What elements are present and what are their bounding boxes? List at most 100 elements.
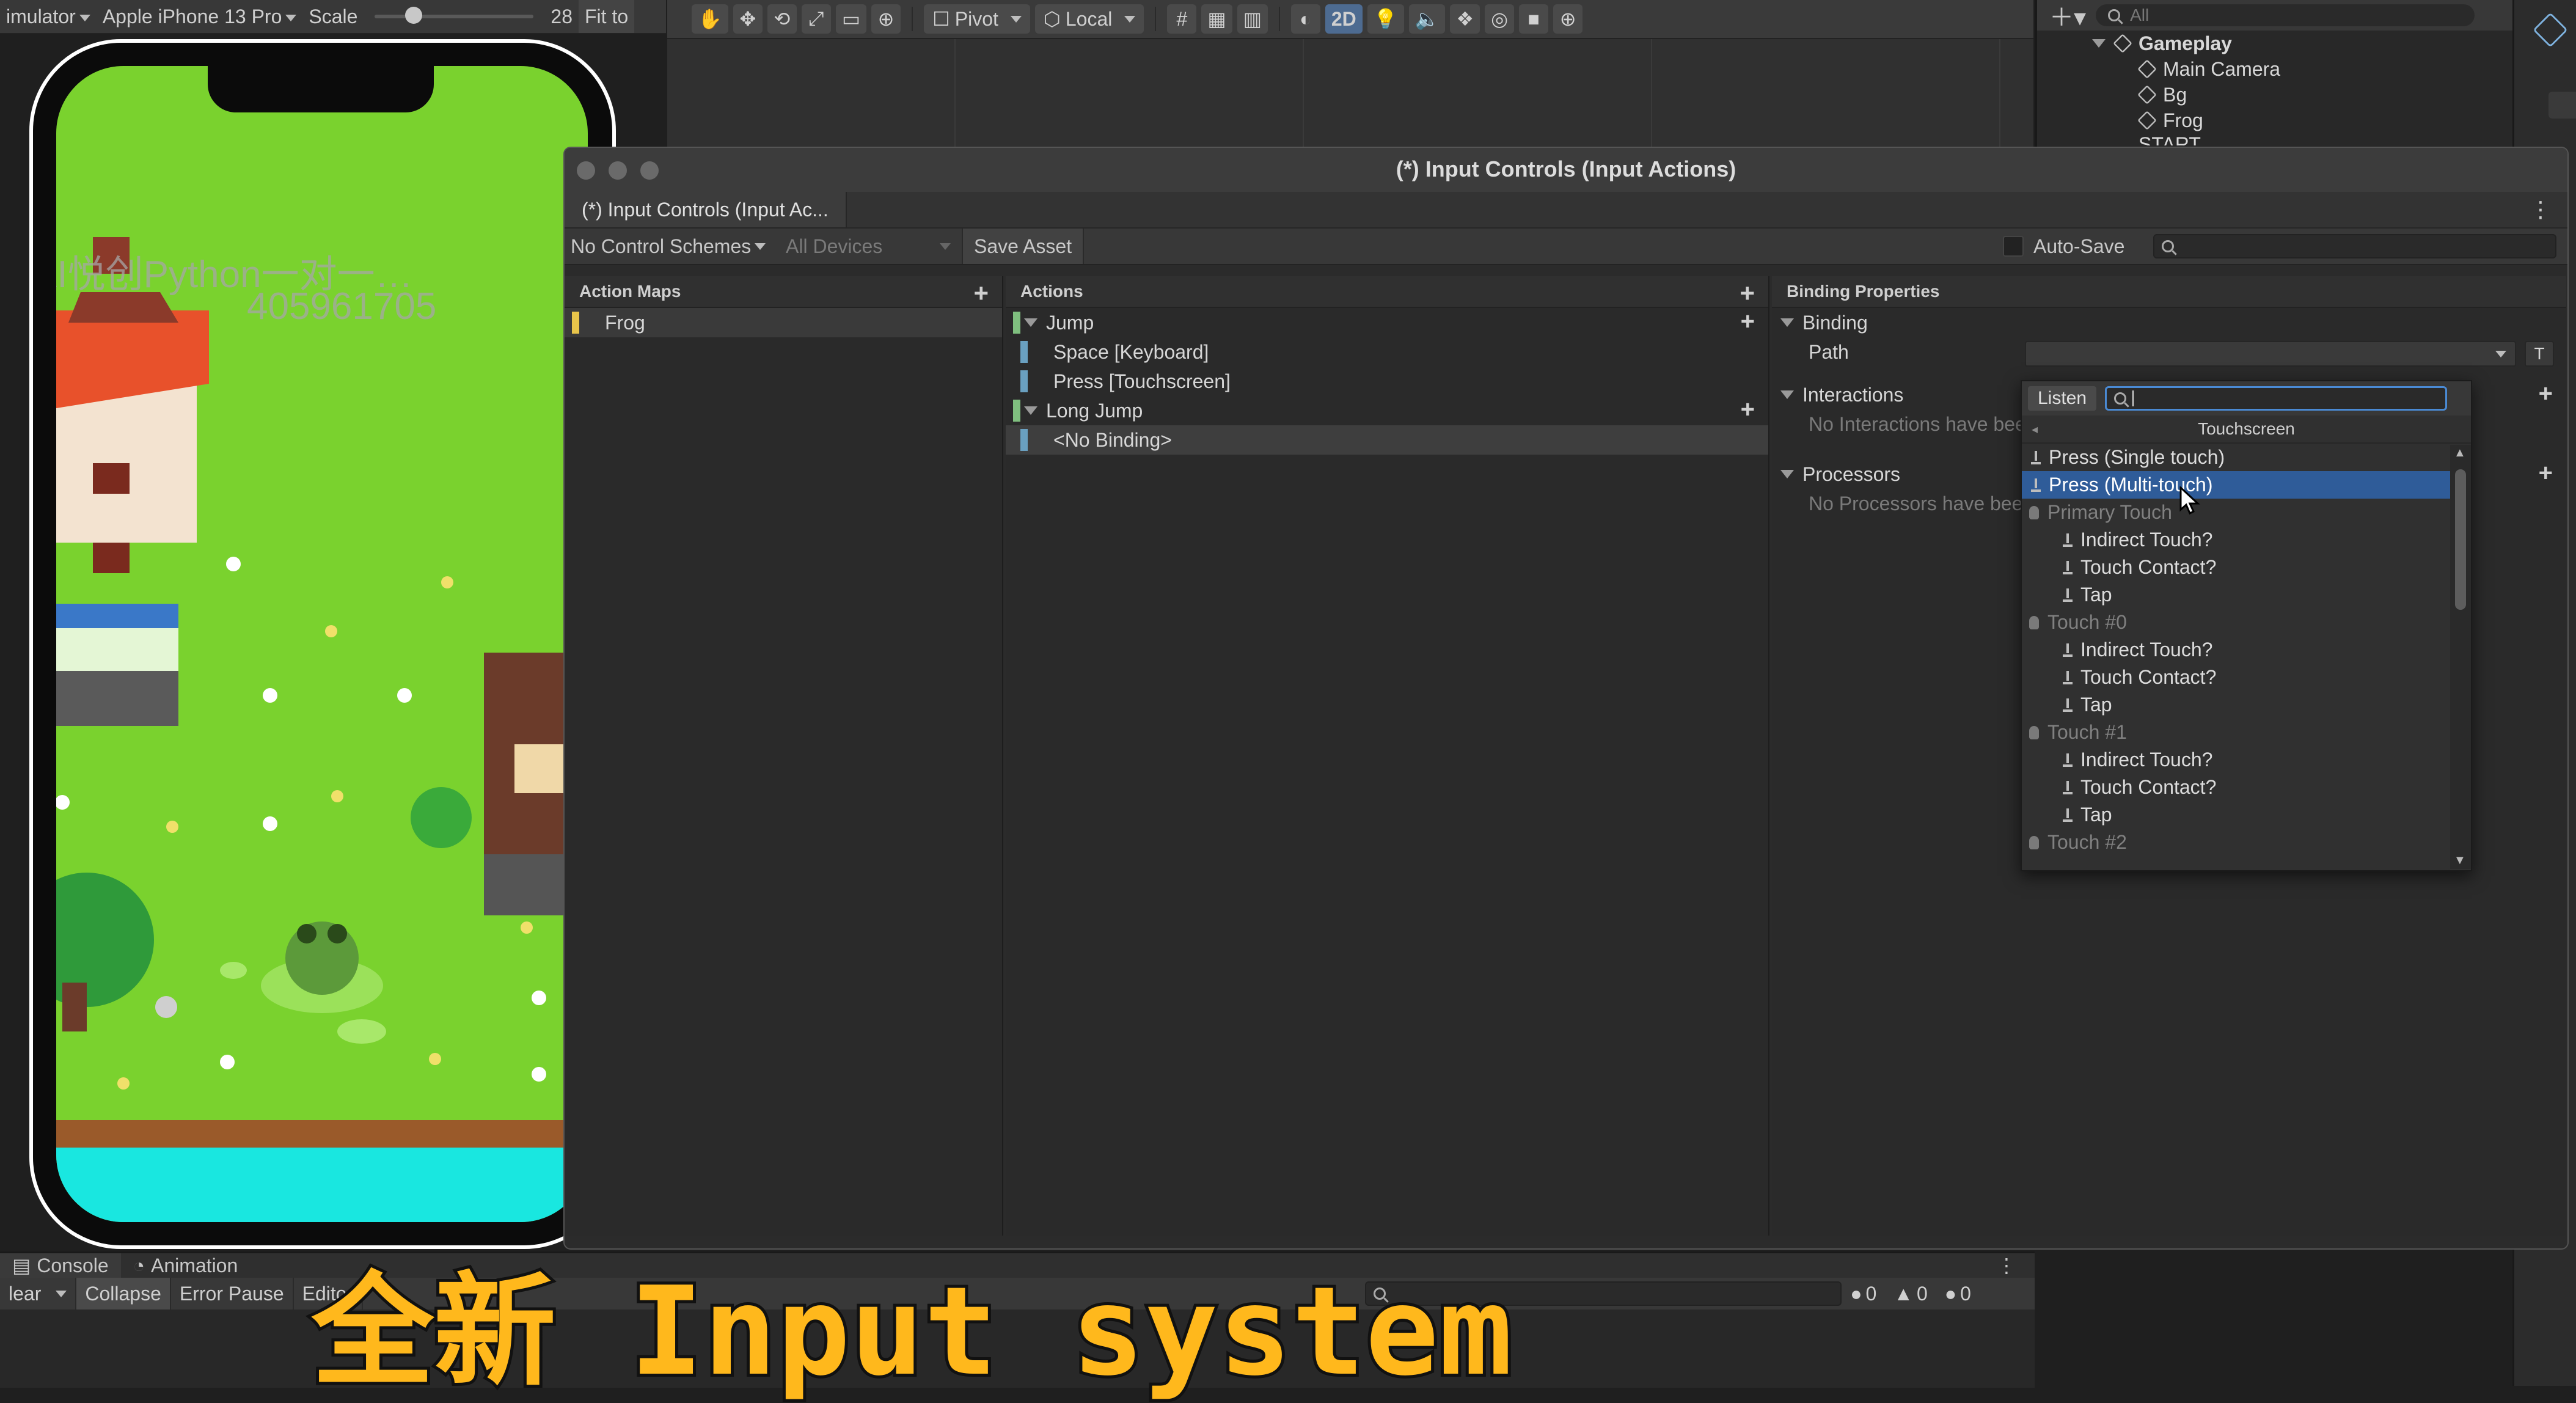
scale-slider-knob[interactable] [405, 7, 423, 24]
listen-button[interactable]: Listen [2028, 386, 2097, 411]
gizmos-icon[interactable]: ⊕ [1553, 4, 1583, 34]
actions-search-input[interactable] [2153, 234, 2556, 258]
hierarchy-item[interactable]: Bg [2037, 82, 2514, 108]
collapse-icon[interactable] [1780, 318, 1794, 327]
tab-console[interactable]: ▤ Console [0, 1253, 121, 1278]
hierarchy-item[interactable]: Main Camera [2037, 56, 2514, 82]
control-schemes-dropdown[interactable]: No Control Schemes [571, 229, 766, 264]
collapse-icon[interactable] [1780, 390, 1794, 399]
tab-animation[interactable]: ◔ Animation [121, 1253, 251, 1278]
binding-color-bar [1020, 370, 1028, 392]
picker-control-item[interactable]: Press (Multi-touch) [2022, 471, 2471, 499]
warning-count-toggle[interactable]: ▲ 0 [1885, 1278, 1936, 1310]
picker-control-item[interactable]: Touch Contact? [2022, 664, 2471, 691]
binding-section-header[interactable]: Binding [1772, 308, 2566, 337]
picker-group-item[interactable]: Touch #1 [2022, 719, 2471, 746]
actions-search[interactable] [2153, 229, 2563, 264]
simulator-mode-dropdown[interactable]: imulator [0, 5, 97, 28]
hierarchy-item[interactable]: START [2037, 133, 2514, 145]
game-view[interactable]: AI悦创Python一对一… 405961705 [56, 66, 588, 1222]
picker-scrollbar[interactable]: ▲ ▼ [2450, 445, 2471, 869]
picker-control-item[interactable]: Touch Contact? [2022, 554, 2471, 581]
picker-control-item[interactable]: Indirect Touch? [2022, 526, 2471, 554]
device-dropdown[interactable]: Apple iPhone 13 Pro [97, 5, 303, 28]
move-tool-icon[interactable]: ✥ [733, 4, 763, 34]
camera-icon[interactable]: ■ [1519, 4, 1549, 34]
error-count-toggle[interactable]: ● 0 [1936, 1278, 1980, 1310]
scrollbar-thumb[interactable] [2455, 469, 2466, 610]
window-titlebar[interactable]: (*) Input Controls (Input Actions) [565, 148, 2567, 193]
expand-icon[interactable] [1024, 406, 1037, 415]
lighting-icon[interactable]: 💡 [1367, 4, 1404, 34]
binding-item[interactable]: Press [Touchscreen] [1006, 367, 1768, 396]
tab-input-controls[interactable]: (*) Input Controls (Input Ac... [565, 192, 847, 227]
more-options-icon[interactable]: ⋮ [2530, 197, 2552, 222]
error-pause-button[interactable]: Error Pause [171, 1278, 294, 1310]
rect-tool-icon[interactable]: ▭ [835, 4, 867, 34]
hand-tool-icon[interactable]: ✋ [692, 4, 728, 34]
hierarchy-item[interactable]: Frog [2037, 108, 2514, 133]
path-text-mode-button[interactable]: T [2525, 341, 2554, 367]
inspector-button[interactable] [2549, 92, 2576, 119]
picker-search-input[interactable] [2105, 386, 2448, 411]
picker-control-item[interactable]: Indirect Touch? [2022, 746, 2471, 774]
back-arrow-icon[interactable]: ◂ [2032, 422, 2038, 437]
add-processor-icon[interactable]: + [2539, 460, 2553, 487]
add-binding-icon[interactable]: + [1741, 308, 1755, 335]
add-interaction-icon[interactable]: + [2539, 380, 2553, 408]
picker-control-item[interactable]: Indirect Touch? [2022, 636, 2471, 664]
scroll-up-icon[interactable]: ▲ [2454, 446, 2466, 460]
action-map-item[interactable]: Frog [565, 308, 1002, 337]
add-action-icon[interactable]: + [1740, 279, 1755, 308]
local-dropdown[interactable]: ⬡ Local [1034, 4, 1144, 34]
picker-control-item[interactable]: Tap [2022, 801, 2471, 829]
console-more-icon[interactable]: ⋮ [1997, 1254, 2035, 1277]
collapse-icon[interactable] [1780, 470, 1794, 478]
expand-icon[interactable] [1024, 318, 1037, 327]
devices-dropdown[interactable]: All Devices [786, 229, 957, 264]
scroll-down-icon[interactable]: ▼ [2454, 854, 2466, 868]
rotate-tool-icon[interactable]: ⟲ [767, 4, 797, 34]
scene-row[interactable]: Gameplay [2037, 31, 2514, 56]
pivot-dropdown[interactable]: ☐ Pivot [924, 4, 1030, 34]
action-item-jump[interactable]: Jump + [1006, 308, 1768, 337]
grid-snap-icon[interactable]: # [1167, 4, 1197, 34]
picker-control-item[interactable]: Tap [2022, 581, 2471, 609]
scene-view[interactable] [667, 39, 2033, 149]
picker-group-item[interactable]: Touch #0 [2022, 609, 2471, 636]
picker-group-item[interactable]: Primary Touch [2022, 499, 2471, 526]
picker-control-item[interactable]: Tap [2022, 691, 2471, 719]
draw-mode-icon[interactable]: ◐ [1290, 4, 1320, 34]
picker-control-item[interactable]: Touch Contact? [2022, 774, 2471, 801]
action-item-long-jump[interactable]: Long Jump + [1006, 396, 1768, 425]
scale-slider[interactable] [375, 7, 534, 24]
add-action-map-icon[interactable]: + [973, 279, 989, 308]
collapse-button[interactable]: Collapse [76, 1278, 171, 1310]
fit-to-button[interactable]: Fit to [579, 0, 635, 33]
save-asset-button[interactable]: Save Asset [962, 229, 1085, 264]
clear-button[interactable]: lear [0, 1278, 77, 1310]
grid-visibility-icon[interactable]: ▦ [1201, 4, 1232, 34]
picker-control-item[interactable]: Press (Single touch) [2022, 444, 2471, 471]
path-dropdown[interactable] [2025, 341, 2516, 367]
increment-snap-icon[interactable]: ▥ [1237, 4, 1268, 34]
add-binding-icon[interactable]: + [1741, 396, 1755, 423]
2d-toggle-button[interactable]: 2D [1325, 4, 1363, 34]
picker-group-item[interactable]: Touch #2 [2022, 829, 2471, 856]
hidden-objects-icon[interactable]: ◎ [1485, 4, 1515, 34]
hierarchy-search-input[interactable]: All [2096, 4, 2475, 26]
audio-icon[interactable]: 🔈 [1408, 4, 1446, 34]
package-icon[interactable] [2533, 12, 2568, 48]
binding-item[interactable]: Space [Keyboard] [1006, 337, 1768, 367]
hierarchy-item-label: Frog [2163, 109, 2203, 131]
add-object-icon[interactable]: ＋▾ [2049, 0, 2086, 33]
control-binding-icon [2061, 698, 2074, 712]
scale-tool-icon[interactable]: ⤢ [801, 4, 831, 34]
auto-save-checkbox[interactable] [2003, 236, 2024, 257]
auto-save-toggle[interactable]: Auto-Save [2003, 229, 2124, 264]
expand-icon[interactable] [2092, 39, 2106, 48]
effects-icon[interactable]: ❖ [1450, 4, 1480, 34]
transform-tool-icon[interactable]: ⊕ [871, 4, 901, 34]
info-count-toggle[interactable]: ● 0 [1842, 1278, 1885, 1310]
binding-item-selected[interactable]: <No Binding> [1006, 425, 1768, 455]
